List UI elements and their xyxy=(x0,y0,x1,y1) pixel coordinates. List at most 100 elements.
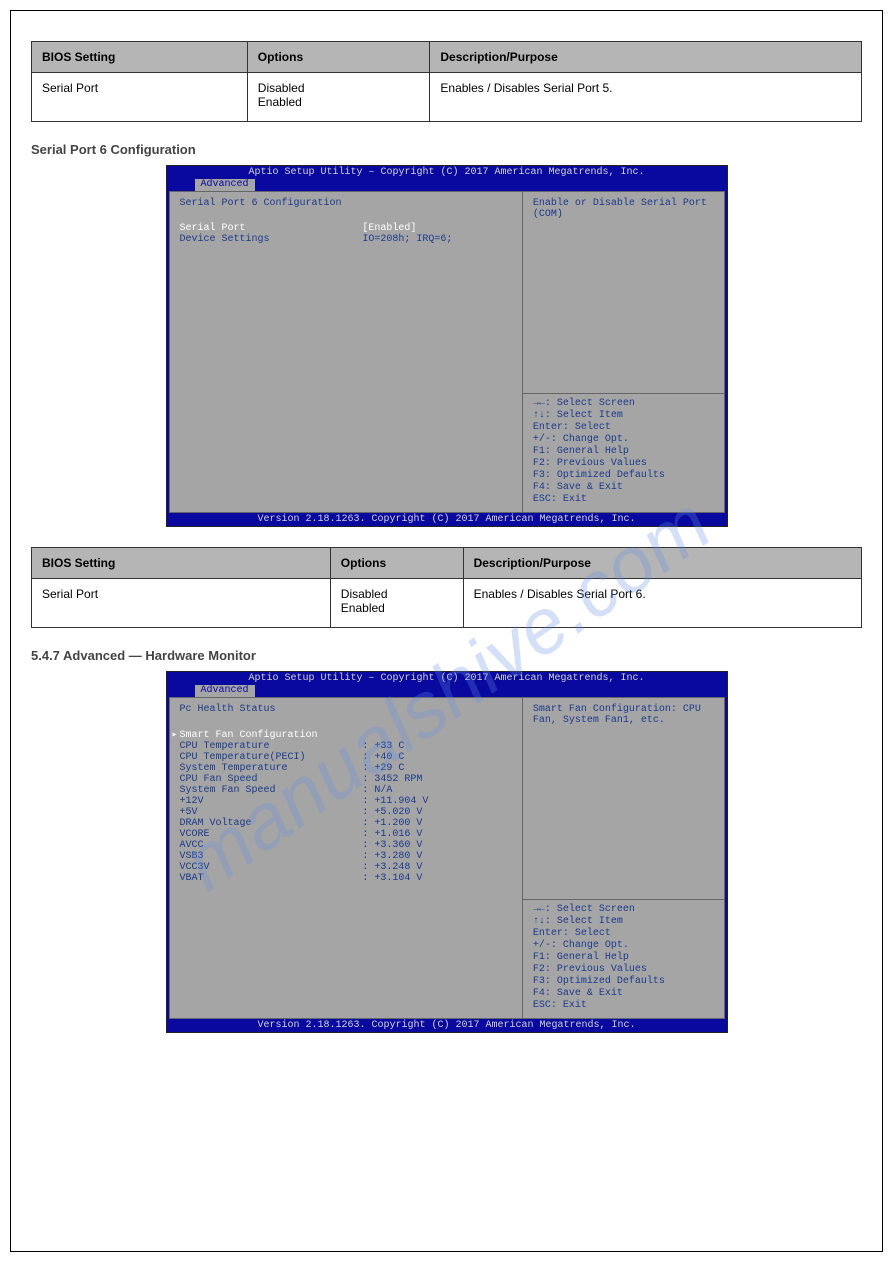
bios-footer: Version 2.18.1263. Copyright (C) 2017 Am… xyxy=(167,513,727,526)
bios-readout-value: : +3.280 V xyxy=(362,851,512,862)
bios-key-line: ↑↓: Select Item xyxy=(533,410,714,422)
bios-readout-value: : 3452 RPM xyxy=(362,774,512,785)
bios-key-line: +/-: Change Opt. xyxy=(533,434,714,446)
bios-readout-row: AVCC: +3.360 V xyxy=(180,840,512,851)
bios-key-line: F2: Previous Values xyxy=(533,964,714,976)
bios-key-help: →←: Select Screen ↑↓: Select Item Enter:… xyxy=(533,904,714,1012)
bios-item-value: [Enabled] xyxy=(362,223,512,234)
submenu-arrow-icon: ▸ xyxy=(172,729,180,741)
bios-section-title: Pc Health Status xyxy=(180,704,512,715)
bios-readout-row: System Fan Speed: N/A xyxy=(180,785,512,796)
bios-readout-row: +12V: +11.904 V xyxy=(180,796,512,807)
bios-key-line: Enter: Select xyxy=(533,422,714,434)
bios-readout-row: VSB3: +3.280 V xyxy=(180,851,512,862)
bios-body: Serial Port 6 Configuration Serial Port … xyxy=(169,191,725,513)
bios-title: Aptio Setup Utility – Copyright (C) 2017… xyxy=(167,672,727,685)
bios-body: Pc Health Status ▸Smart Fan Configuratio… xyxy=(169,697,725,1019)
bios-readout-label: AVCC xyxy=(180,840,363,851)
bios-settings-table-1: BIOS Setting Options Description/Purpose… xyxy=(31,41,862,122)
bios-section-title: Serial Port 6 Configuration xyxy=(180,198,512,209)
bios-submenu-smart-fan[interactable]: ▸Smart Fan Configuration xyxy=(172,729,512,741)
bios-key-line: →←: Select Screen xyxy=(533,398,714,410)
bios-tab-advanced[interactable]: Advanced xyxy=(195,685,255,697)
section-heading-hardware-monitor: 5.4.7 Advanced — Hardware Monitor xyxy=(31,648,862,663)
bios-readout-row: System Temperature: +29 C xyxy=(180,763,512,774)
bios-help-divider xyxy=(523,393,724,394)
bios-readout-label: System Fan Speed xyxy=(180,785,363,796)
bios-readout-label: CPU Fan Speed xyxy=(180,774,363,785)
bios-tab-advanced[interactable]: Advanced xyxy=(195,179,255,191)
table2-header-0: BIOS Setting xyxy=(32,548,331,579)
bios-readout-value: : +11.904 V xyxy=(362,796,512,807)
bios-help-text: Enable or Disable Serial Port (COM) xyxy=(533,198,714,389)
bios-readout-row: VCC3V: +3.248 V xyxy=(180,862,512,873)
bios-key-line: F3: Optimized Defaults xyxy=(533,470,714,482)
table2-header-2: Description/Purpose xyxy=(463,548,861,579)
bios-key-line: ↑↓: Select Item xyxy=(533,916,714,928)
bios-readout-label: +12V xyxy=(180,796,363,807)
table-row: Serial Port Disabled Enabled Enables / D… xyxy=(32,73,862,122)
bios-readout-value: : +5.020 V xyxy=(362,807,512,818)
bios-help-divider xyxy=(523,899,724,900)
bios-readout-label: VSB3 xyxy=(180,851,363,862)
bios-readout-label: +5V xyxy=(180,807,363,818)
table-row: Serial Port Disabled Enabled Enables / D… xyxy=(32,579,862,628)
bios-key-line: F1: General Help xyxy=(533,952,714,964)
bios-key-line: F4: Save & Exit xyxy=(533,482,714,494)
bios-readout-label: VBAT xyxy=(180,873,363,884)
table1-header-1: Options xyxy=(247,42,430,73)
bios-footer: Version 2.18.1263. Copyright (C) 2017 Am… xyxy=(167,1019,727,1032)
bios-left-panel: Pc Health Status ▸Smart Fan Configuratio… xyxy=(170,698,523,1018)
bios-key-line: F3: Optimized Defaults xyxy=(533,976,714,988)
table1-cell-1: Disabled Enabled xyxy=(247,73,430,122)
bios-left-panel: Serial Port 6 Configuration Serial Port … xyxy=(170,192,523,512)
bios-item-label: Device Settings xyxy=(180,234,363,245)
bios-readout-row: DRAM Voltage: +1.200 V xyxy=(180,818,512,829)
bios-key-line: F4: Save & Exit xyxy=(533,988,714,1000)
bios-readout-row: VBAT: +3.104 V xyxy=(180,873,512,884)
bios-readout-value: : +1.016 V xyxy=(362,829,512,840)
bios-readout-value: : +29 C xyxy=(362,763,512,774)
section-heading-serial-port-6: Serial Port 6 Configuration xyxy=(31,142,862,157)
table1-header-2: Description/Purpose xyxy=(430,42,862,73)
bios-tab-bar: Advanced xyxy=(167,179,727,191)
table2-cell-2: Enables / Disables Serial Port 6. xyxy=(463,579,861,628)
bios-key-line: +/-: Change Opt. xyxy=(533,940,714,952)
bios-key-line: ESC: Exit xyxy=(533,494,714,506)
bios-key-line: F2: Previous Values xyxy=(533,458,714,470)
bios-tab-bar: Advanced xyxy=(167,685,727,697)
bios-help-text: Smart Fan Configuration: CPU Fan, System… xyxy=(533,704,714,895)
bios-item-value: IO=208h; IRQ=6; xyxy=(362,234,512,245)
bios-readout-label: CPU Temperature(PECI) xyxy=(180,752,363,763)
bios-readout-value: : +3.248 V xyxy=(362,862,512,873)
bios-readout-value: : +1.200 V xyxy=(362,818,512,829)
bios-submenu-label: Smart Fan Configuration xyxy=(180,730,318,741)
table2-cell-1: Disabled Enabled xyxy=(330,579,463,628)
bios-readout-label: VCC3V xyxy=(180,862,363,873)
bios-readout-label: CPU Temperature xyxy=(180,741,363,752)
bios-right-panel: Enable or Disable Serial Port (COM) →←: … xyxy=(523,192,724,512)
table1-cell-2: Enables / Disables Serial Port 5. xyxy=(430,73,862,122)
bios-key-line: →←: Select Screen xyxy=(533,904,714,916)
bios-readout-row: CPU Temperature: +33 C xyxy=(180,741,512,752)
bios-title: Aptio Setup Utility – Copyright (C) 2017… xyxy=(167,166,727,179)
bios-screenshot-serial-port-6: Aptio Setup Utility – Copyright (C) 2017… xyxy=(166,165,728,527)
table1-header-0: BIOS Setting xyxy=(32,42,248,73)
table2-header-1: Options xyxy=(330,548,463,579)
bios-key-line: ESC: Exit xyxy=(533,1000,714,1012)
table1-cell-0: Serial Port xyxy=(32,73,248,122)
bios-readout-value: : N/A xyxy=(362,785,512,796)
bios-readout-label: DRAM Voltage xyxy=(180,818,363,829)
bios-item-device-settings: Device Settings IO=208h; IRQ=6; xyxy=(180,234,512,245)
bios-key-line: Enter: Select xyxy=(533,928,714,940)
bios-readout-value: : +3.360 V xyxy=(362,840,512,851)
bios-item-serial-port[interactable]: Serial Port [Enabled] xyxy=(180,223,512,234)
bios-screenshot-hardware-monitor: Aptio Setup Utility – Copyright (C) 2017… xyxy=(166,671,728,1033)
bios-right-panel: Smart Fan Configuration: CPU Fan, System… xyxy=(523,698,724,1018)
bios-readout-row: +5V: +5.020 V xyxy=(180,807,512,818)
document-page: manualshive.com BIOS Setting Options Des… xyxy=(10,10,883,1252)
bios-settings-table-2: BIOS Setting Options Description/Purpose… xyxy=(31,547,862,628)
bios-readout-label: System Temperature xyxy=(180,763,363,774)
bios-item-label: Serial Port xyxy=(180,223,363,234)
bios-readout-value: : +3.104 V xyxy=(362,873,512,884)
